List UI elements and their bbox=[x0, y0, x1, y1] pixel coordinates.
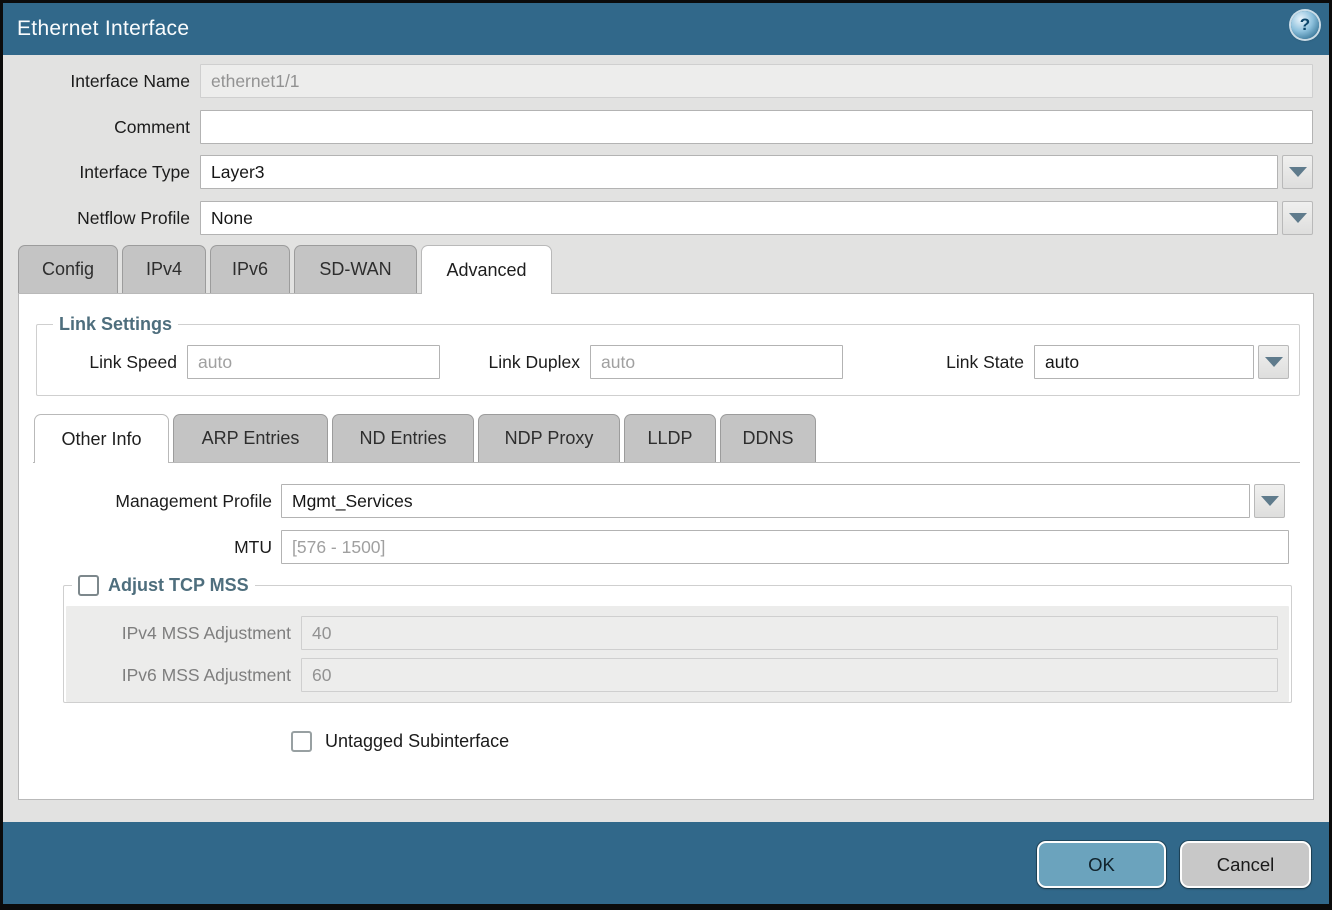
untagged-subinterface-label: Untagged Subinterface bbox=[325, 731, 509, 752]
tab-lldp[interactable]: LLDP bbox=[624, 414, 716, 462]
tab-ipv4[interactable]: IPv4 bbox=[122, 245, 206, 293]
tab-ddns[interactable]: DDNS bbox=[720, 414, 816, 462]
interface-name-row: Interface Name bbox=[3, 64, 1313, 98]
mtu-row: MTU bbox=[19, 530, 1289, 564]
management-profile-label: Management Profile bbox=[19, 491, 281, 512]
cancel-button[interactable]: Cancel bbox=[1180, 841, 1311, 888]
link-speed-label: Link Speed bbox=[47, 352, 187, 373]
interface-name-label: Interface Name bbox=[3, 71, 200, 92]
netflow-profile-label: Netflow Profile bbox=[3, 208, 200, 229]
link-settings-legend: Link Settings bbox=[53, 314, 178, 335]
tab-advanced[interactable]: Advanced bbox=[421, 245, 552, 294]
inner-tab-strip: Other Info ARP Entries ND Entries NDP Pr… bbox=[34, 414, 816, 463]
interface-name-input bbox=[200, 64, 1313, 98]
ipv6-mss-label: IPv6 MSS Adjustment bbox=[66, 665, 301, 686]
tab-ipv6[interactable]: IPv6 bbox=[210, 245, 290, 293]
management-profile-row: Management Profile bbox=[19, 484, 1285, 518]
advanced-tab-panel: Link Settings Link Speed Link Duplex Lin… bbox=[18, 293, 1314, 800]
management-profile-input[interactable] bbox=[281, 484, 1250, 518]
adjust-tcp-mss-label: Adjust TCP MSS bbox=[108, 575, 249, 596]
mtu-input[interactable] bbox=[281, 530, 1289, 564]
interface-type-input[interactable] bbox=[200, 155, 1278, 189]
mtu-label: MTU bbox=[19, 537, 281, 558]
tab-sdwan[interactable]: SD-WAN bbox=[294, 245, 417, 293]
netflow-profile-dropdown-button[interactable] bbox=[1282, 201, 1313, 235]
chevron-down-icon bbox=[1289, 167, 1307, 177]
interface-type-row: Interface Type bbox=[3, 155, 1313, 189]
chevron-down-icon bbox=[1265, 357, 1283, 367]
management-profile-dropdown-button[interactable] bbox=[1254, 484, 1285, 518]
tab-other-info[interactable]: Other Info bbox=[34, 414, 169, 463]
tab-config[interactable]: Config bbox=[18, 245, 118, 293]
ipv6-mss-row: IPv6 MSS Adjustment bbox=[66, 658, 1289, 692]
link-state-input[interactable] bbox=[1034, 345, 1254, 379]
tab-arp-entries[interactable]: ARP Entries bbox=[173, 414, 328, 462]
adjust-tcp-mss-fieldset: Adjust TCP MSS IPv4 MSS Adjustment IPv6 … bbox=[63, 575, 1292, 703]
interface-type-combo bbox=[200, 155, 1313, 189]
link-state-combo bbox=[1034, 345, 1289, 379]
mss-disabled-panel: IPv4 MSS Adjustment IPv6 MSS Adjustment bbox=[66, 606, 1289, 702]
link-duplex-label: Link Duplex bbox=[440, 352, 590, 373]
interface-type-dropdown-button[interactable] bbox=[1282, 155, 1313, 189]
link-settings-fieldset: Link Settings Link Speed Link Duplex Lin… bbox=[36, 314, 1300, 396]
netflow-profile-combo bbox=[200, 201, 1313, 235]
netflow-profile-input[interactable] bbox=[200, 201, 1278, 235]
ok-button[interactable]: OK bbox=[1037, 841, 1166, 888]
link-state-label: Link State bbox=[843, 352, 1034, 373]
footer-bar: OK Cancel bbox=[3, 822, 1329, 907]
link-speed-input[interactable] bbox=[187, 345, 440, 379]
chevron-down-icon bbox=[1289, 213, 1307, 223]
ipv4-mss-input bbox=[301, 616, 1278, 650]
tab-ndp-proxy[interactable]: NDP Proxy bbox=[478, 414, 620, 462]
ipv4-mss-label: IPv4 MSS Adjustment bbox=[66, 623, 301, 644]
untagged-subinterface-row: Untagged Subinterface bbox=[291, 731, 509, 752]
help-icon[interactable]: ? bbox=[1291, 11, 1319, 39]
tab-nd-entries[interactable]: ND Entries bbox=[332, 414, 474, 462]
comment-label: Comment bbox=[3, 117, 200, 138]
adjust-tcp-mss-checkbox[interactable] bbox=[78, 575, 99, 596]
interface-type-label: Interface Type bbox=[3, 162, 200, 183]
adjust-tcp-mss-legend: Adjust TCP MSS bbox=[72, 575, 255, 596]
ipv4-mss-row: IPv4 MSS Adjustment bbox=[66, 616, 1289, 650]
untagged-subinterface-checkbox[interactable] bbox=[291, 731, 312, 752]
comment-row: Comment bbox=[3, 110, 1313, 144]
comment-input[interactable] bbox=[200, 110, 1313, 144]
netflow-profile-row: Netflow Profile bbox=[3, 201, 1313, 235]
management-profile-combo bbox=[281, 484, 1285, 518]
chevron-down-icon bbox=[1261, 496, 1279, 506]
main-tab-strip: Config IPv4 IPv6 SD-WAN Advanced bbox=[18, 245, 552, 294]
titlebar: Ethernet Interface bbox=[3, 3, 1329, 55]
link-state-dropdown-button[interactable] bbox=[1258, 345, 1289, 379]
ethernet-interface-dialog: Ethernet Interface ? Interface Name Comm… bbox=[0, 0, 1332, 910]
ipv6-mss-input bbox=[301, 658, 1278, 692]
link-settings-row: Link Speed Link Duplex Link State bbox=[47, 345, 1289, 379]
dialog-title: Ethernet Interface bbox=[17, 17, 189, 41]
link-duplex-input[interactable] bbox=[590, 345, 843, 379]
